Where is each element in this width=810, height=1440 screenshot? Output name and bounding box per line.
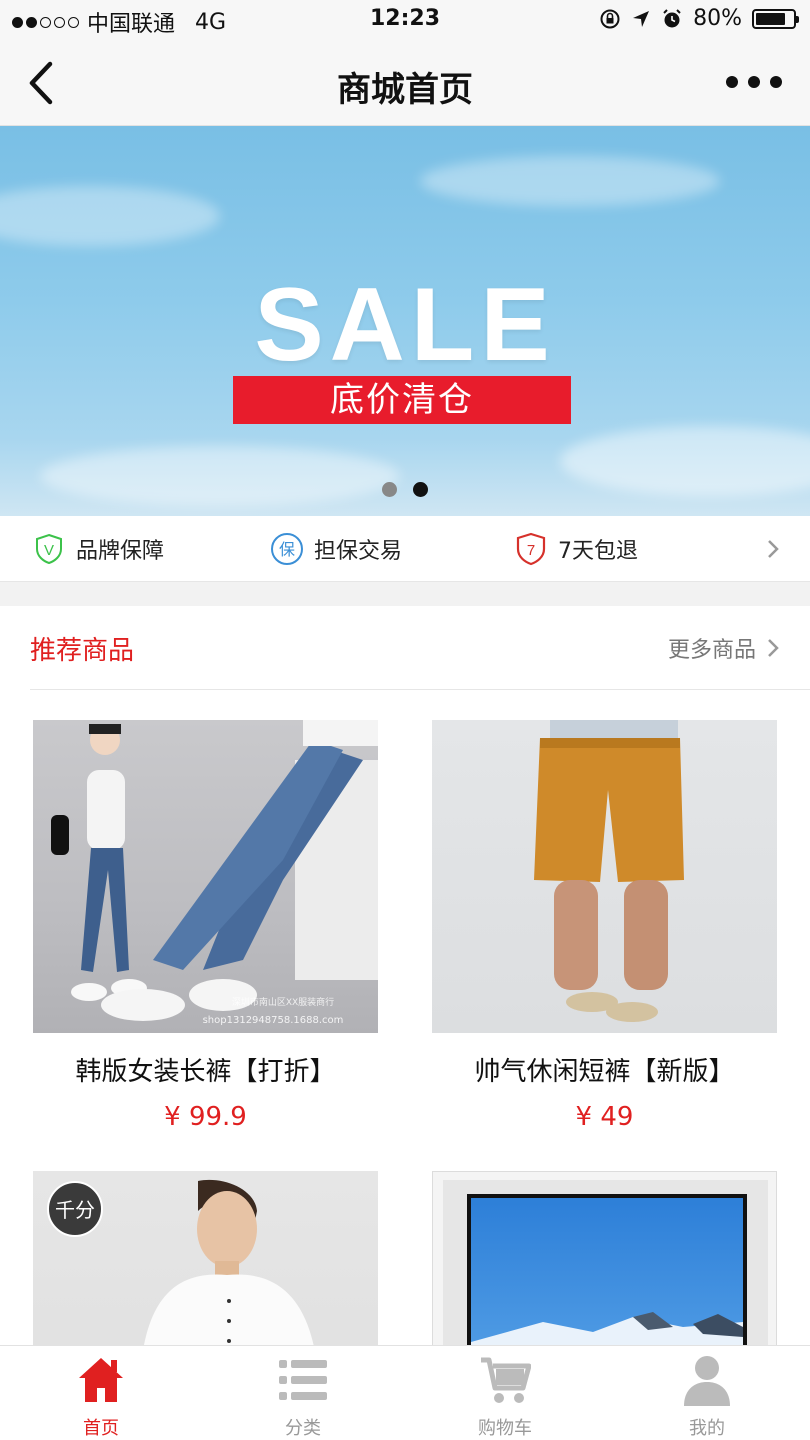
product-card[interactable]: 深圳市南山区XX服装商行 shop1312948758.1688.com 韩版女… (33, 720, 378, 1132)
tab-home[interactable]: 首页 (0, 1346, 202, 1440)
tab-profile[interactable]: 我的 (606, 1346, 808, 1440)
status-bar: 中国联通 4G 12:23 80% (0, 0, 810, 40)
chevron-right-icon[interactable] (766, 538, 780, 560)
page-title: 商城首页 (337, 70, 473, 110)
tab-label: 首页 (83, 1418, 119, 1439)
tab-cart[interactable]: 购物车 (404, 1346, 606, 1440)
nav-bar: 商城首页 (0, 40, 810, 126)
more-options-icon[interactable] (726, 70, 782, 94)
product-name[interactable]: 韩版女装长裤【打折】 (33, 1051, 378, 1088)
v-shield-icon: V (36, 533, 62, 565)
guarantee-label: 7天包退 (558, 539, 638, 564)
product-price: ¥ 99.9 (164, 1102, 247, 1132)
seven-shield-icon: 7 (516, 532, 546, 566)
promo-banner[interactable]: SALE 底价清仓 (0, 126, 810, 516)
more-products-link[interactable]: 更多商品 (668, 632, 780, 664)
tab-label: 分类 (285, 1418, 321, 1439)
product-price: ¥ 49 (575, 1102, 634, 1132)
tab-label: 我的 (689, 1418, 725, 1439)
chevron-right-icon (768, 639, 779, 657)
banner-headline: SALE (254, 267, 556, 383)
more-products-label: 更多商品 (667, 638, 756, 663)
bottom-tab-bar: 首页 分类 购物车 我的 (0, 1345, 810, 1440)
battery-icon (752, 8, 799, 29)
status-right: 80% (599, 6, 799, 31)
svg-text:shop1312948758.1688.com: shop1312948758.1688.com (203, 1015, 344, 1026)
guarantee-return[interactable]: 7 7天包退 (514, 532, 638, 566)
svg-text:保: 保 (279, 540, 295, 559)
brand-badge: 千分 (55, 1198, 95, 1222)
battery-percent: 80% (693, 6, 742, 31)
recommended-header: 推荐商品 更多商品 (0, 606, 810, 690)
image-watermark: 深圳市南山区XX服装商行 (232, 996, 334, 1008)
cart-icon (481, 1357, 531, 1403)
location-arrow-icon (633, 10, 650, 27)
product-name[interactable]: 帅气休闲短裤【新版】 (432, 1051, 777, 1088)
product-image-jeans[interactable]: 深圳市南山区XX服装商行 shop1312948758.1688.com (33, 720, 378, 1033)
product-image-shorts[interactable] (432, 720, 777, 1033)
home-icon (79, 1358, 123, 1402)
bao-circle-icon: 保 (271, 533, 303, 565)
svg-text:7: 7 (527, 542, 535, 559)
section-title: 推荐商品 (30, 636, 135, 666)
banner-tag: 底价清仓 (233, 376, 571, 424)
guarantee-label: 担保交易 (314, 539, 403, 564)
guarantee-bar[interactable]: V 品牌保障 保 担保交易 7 7天包退 (0, 516, 810, 582)
carousel-dot[interactable] (382, 482, 397, 497)
guarantee-escrow[interactable]: 保 担保交易 (270, 532, 402, 566)
list-icon (279, 1360, 327, 1400)
user-icon (684, 1356, 730, 1406)
product-card[interactable]: 帅气休闲短裤【新版】 ¥ 49 (432, 720, 777, 1132)
tab-label: 购物车 (478, 1418, 532, 1439)
guarantee-brand[interactable]: V 品牌保障 (32, 532, 164, 566)
rotation-lock-icon (600, 9, 620, 28)
section-divider (0, 582, 810, 606)
alarm-icon (663, 8, 681, 27)
tab-category[interactable]: 分类 (202, 1346, 404, 1440)
carousel-indicators (0, 482, 810, 497)
svg-text:V: V (44, 542, 54, 559)
guarantee-label: 品牌保障 (76, 539, 165, 564)
orange-shorts-photo (534, 720, 684, 1022)
carousel-dot-active[interactable] (413, 482, 428, 497)
jeans-model-photo: 深圳市南山区XX服装商行 shop1312948758.1688.com (51, 720, 378, 1026)
